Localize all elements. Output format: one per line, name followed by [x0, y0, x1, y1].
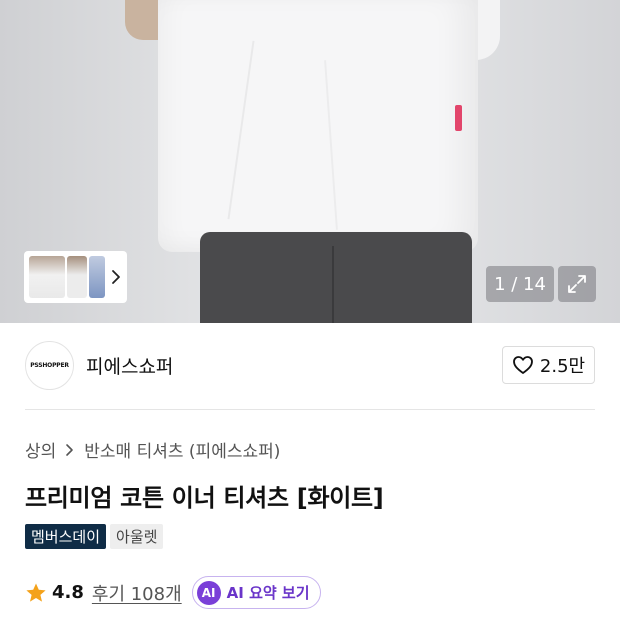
store-logo[interactable]: PSSHOPPER: [25, 341, 74, 390]
badge-membersday: 멤버스데이: [25, 524, 107, 549]
like-button[interactable]: 2.5만: [502, 346, 595, 384]
thumbnail-strip[interactable]: [24, 251, 127, 303]
ai-summary-button[interactable]: AI AI 요약 보기: [191, 576, 321, 609]
chevron-right-icon: [66, 443, 74, 456]
product-title: 프리미엄 코튼 이너 티셔츠 [화이트]: [25, 484, 384, 512]
rating-row: 4.8 후기 108개 AI AI 요약 보기: [25, 576, 321, 609]
thumbnail-3[interactable]: [89, 256, 105, 298]
chevron-right-icon[interactable]: [110, 267, 122, 287]
breadcrumb-item-subcategory[interactable]: 반소매 티셔츠 (피에스쇼퍼): [84, 437, 280, 462]
review-count-link[interactable]: 후기 108개: [92, 580, 182, 606]
breadcrumb: 상의 반소매 티셔츠 (피에스쇼퍼): [25, 437, 280, 462]
photo-pants-seam: [332, 246, 334, 323]
product-image[interactable]: 1 / 14: [0, 0, 620, 323]
photo-pants: [200, 232, 472, 323]
badge-list: 멤버스데이 아울렛: [25, 524, 164, 549]
badge-outlet: 아울렛: [110, 524, 164, 549]
ai-icon: AI: [196, 580, 221, 605]
thumbnail-2[interactable]: [67, 256, 87, 298]
photo-shirt: [158, 0, 478, 252]
like-count: 2.5만: [539, 356, 586, 377]
divider: [25, 409, 595, 410]
rating-score: 4.8: [52, 582, 84, 603]
heart-icon: [513, 356, 533, 374]
expand-icon: [568, 275, 586, 293]
star-icon: [26, 583, 46, 602]
photo-shirt-tag: [455, 105, 462, 131]
image-counter: 1 / 14: [486, 266, 554, 302]
breadcrumb-item-category[interactable]: 상의: [25, 437, 56, 462]
expand-button[interactable]: [558, 266, 596, 302]
thumbnail-1[interactable]: [29, 256, 65, 298]
store-name[interactable]: 피에스쇼퍼: [86, 352, 173, 379]
ai-summary-label: AI 요약 보기: [226, 584, 310, 602]
